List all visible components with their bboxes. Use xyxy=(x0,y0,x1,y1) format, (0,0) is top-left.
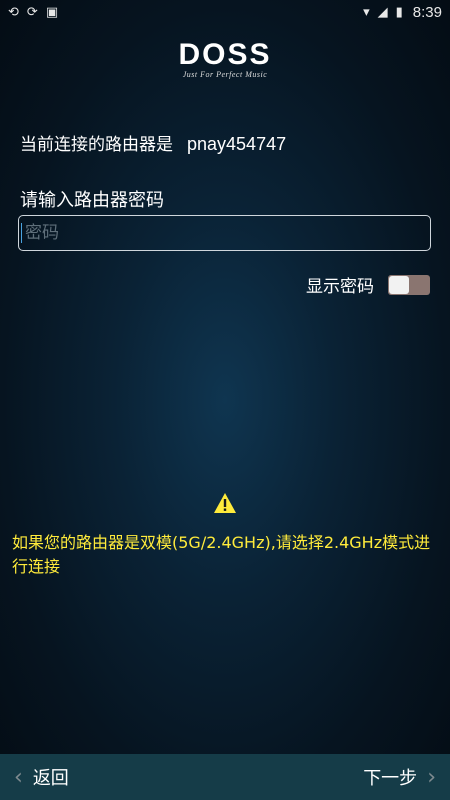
signal-icon: ◢ xyxy=(377,4,388,20)
sync-icon: ⟳ xyxy=(26,4,38,20)
logo-tagline: Just For Perfect Music xyxy=(182,70,268,79)
battery-icon: ▮ xyxy=(395,4,403,20)
show-password-row: 显示密码 xyxy=(306,272,430,297)
brand-logo: DOSS Just For Perfect Music xyxy=(0,38,450,79)
password-input[interactable] xyxy=(18,215,431,251)
back-button[interactable]: ‹ 返回 xyxy=(14,764,69,790)
logo-brand: DOSS xyxy=(178,38,272,71)
wifi-icon: ▾ xyxy=(363,4,370,20)
chevron-right-icon: › xyxy=(427,764,436,790)
status-time: 8:39 xyxy=(412,3,442,21)
show-password-toggle[interactable] xyxy=(388,274,430,295)
show-password-label: 显示密码 xyxy=(306,277,374,297)
current-router-line: 当前连接的路由器是 pnay454747 xyxy=(20,130,286,155)
status-left-icons: ⟲ ⟳ ▣ xyxy=(8,6,58,19)
current-router-label: 当前连接的路由器是 xyxy=(20,135,173,155)
chevron-left-icon: ‹ xyxy=(14,764,23,790)
password-label: 请输入路由器密码 xyxy=(20,190,164,211)
back-button-label: 返回 xyxy=(32,768,69,789)
router-ssid: pnay454747 xyxy=(187,134,287,154)
dual-band-warning: 如果您的路由器是双模(5G/2.4GHz),请选择2.4GHz模式进行连接 xyxy=(12,533,431,576)
text-caret xyxy=(21,223,22,243)
sync-icon: ⟲ xyxy=(8,4,19,20)
next-button-label: 下一步 xyxy=(363,768,418,789)
status-bar: ⟲ ⟳ ▣ ▾ ◢ ▮ 8:39 xyxy=(0,0,450,24)
next-button[interactable]: 下一步 › xyxy=(363,764,436,790)
toggle-knob xyxy=(389,275,409,294)
text-icon: ▣ xyxy=(45,4,59,20)
bottom-nav-bar: ‹ 返回 下一步 › xyxy=(0,754,450,800)
status-right-icons: ▾ ◢ ▮ 8:39 xyxy=(363,5,442,20)
warning-icon xyxy=(214,493,236,513)
